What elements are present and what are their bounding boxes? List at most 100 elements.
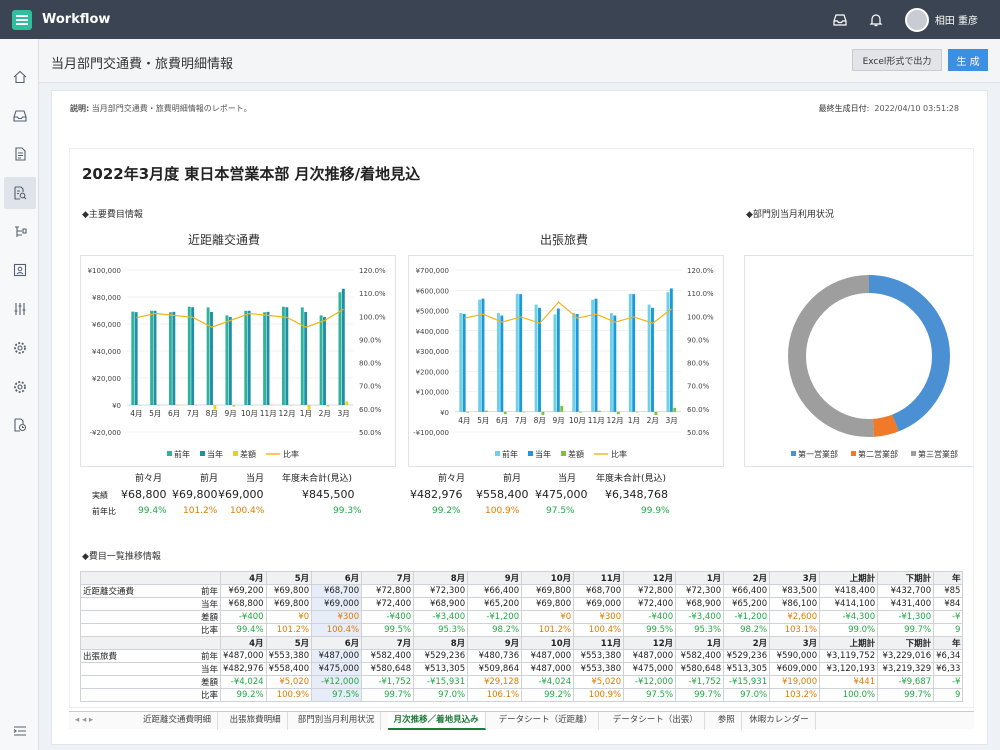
table-cell[interactable]: 103.1%: [769, 623, 821, 637]
table-cell[interactable]: ¥69,000: [573, 597, 625, 611]
table-cell[interactable]: -¥12,000: [311, 675, 363, 689]
table-cell[interactable]: ¥475,000: [623, 662, 677, 676]
table-cell[interactable]: ¥609,000: [769, 662, 821, 676]
table-row[interactable]: 当年 ¥68,800 ¥69,800 ¥69,000 ¥72,400 ¥68,900 ¥65…: [80, 597, 964, 611]
table-cell[interactable]: ¥69,800: [521, 584, 575, 598]
table-cell[interactable]: ¥441: [819, 675, 879, 689]
table-cell[interactable]: ¥68,800: [220, 597, 267, 611]
table-cell[interactable]: 9: [933, 623, 964, 637]
table-cell[interactable]: ¥5,020: [265, 675, 313, 689]
table-cell[interactable]: 99.2%: [220, 688, 267, 702]
table-cell[interactable]: 100.4%: [311, 623, 363, 637]
table-cell[interactable]: -¥400: [220, 610, 267, 624]
table-cell[interactable]: ¥487,000: [311, 649, 363, 663]
table-cell[interactable]: ¥72,800: [623, 584, 677, 598]
table-cell[interactable]: ¥6,33: [933, 662, 964, 676]
bell-icon[interactable]: [869, 13, 883, 27]
sheet-tab[interactable]: データシート（近距離）: [493, 712, 600, 730]
table-cell[interactable]: 100.9%: [265, 688, 313, 702]
table-cell[interactable]: ¥590,000: [769, 649, 821, 663]
table-cell[interactable]: ¥69,000: [311, 597, 363, 611]
table-cell[interactable]: -¥: [933, 610, 964, 624]
table-cell[interactable]: -¥1,200: [723, 610, 771, 624]
travel-chart[interactable]: ¥700,000 ¥600,000 ¥500,000 ¥400,000 ¥300,000…: [408, 255, 724, 467]
table-row[interactable]: 差額 -¥4,024 ¥5,020 -¥12,000 -¥1,752 -¥15,931 ¥2…: [80, 675, 964, 689]
table-cell[interactable]: 101.2%: [265, 623, 313, 637]
table-cell[interactable]: -¥1,752: [675, 675, 725, 689]
table-cell[interactable]: 95.3%: [413, 623, 469, 637]
table-cell[interactable]: ¥487,000: [521, 662, 575, 676]
table-cell[interactable]: ¥85: [933, 584, 964, 598]
table-cell[interactable]: ¥431,400: [877, 597, 935, 611]
table-cell[interactable]: ¥66,400: [467, 584, 523, 598]
table-cell[interactable]: ¥432,700: [877, 584, 935, 598]
sheet-tab[interactable]: 出張旅費明細: [224, 712, 288, 730]
table-cell[interactable]: 99.7%: [675, 688, 725, 702]
transit-chart[interactable]: ¥100,000 ¥80,000 ¥60,000 ¥40,000 ¥20,000 ¥0 -¥…: [80, 255, 396, 467]
table-cell[interactable]: ¥480,736: [467, 649, 523, 663]
gear-icon[interactable]: [4, 332, 36, 364]
gear-icon-2[interactable]: [4, 371, 36, 403]
profile-card-icon[interactable]: [4, 254, 36, 286]
inbox-nav-icon[interactable]: [4, 100, 36, 132]
table-cell[interactable]: ¥3,219,329: [877, 662, 935, 676]
table-cell[interactable]: ¥29,128: [467, 675, 523, 689]
table-cell[interactable]: 95.3%: [675, 623, 725, 637]
table-cell[interactable]: 98.2%: [723, 623, 771, 637]
table-cell[interactable]: ¥5,020: [573, 675, 625, 689]
table-cell[interactable]: -¥400: [623, 610, 677, 624]
table-cell[interactable]: ¥509,864: [467, 662, 523, 676]
app-name[interactable]: Workflow: [42, 12, 110, 27]
sheet-tab[interactable]: 近距離交通費明細: [137, 712, 219, 730]
dept-donut-chart[interactable]: 第一営業部 第二営業部 第三営業部: [744, 255, 973, 467]
table-cell[interactable]: 100.0%: [819, 688, 879, 702]
table-cell[interactable]: -¥3,400: [675, 610, 725, 624]
table-cell[interactable]: ¥19,000: [769, 675, 821, 689]
table-cell[interactable]: 99.2%: [521, 688, 575, 702]
table-cell[interactable]: -¥400: [361, 610, 415, 624]
table-cell[interactable]: ¥487,000: [623, 649, 677, 663]
table-cell[interactable]: ¥553,380: [265, 649, 313, 663]
table-row[interactable]: 比率 99.2% 100.9% 97.5% 99.7% 97.0% 106.1% 99.2% 1…: [80, 688, 964, 702]
table-cell[interactable]: ¥553,380: [573, 649, 625, 663]
table-cell[interactable]: ¥65,200: [467, 597, 523, 611]
table-cell[interactable]: ¥66,400: [723, 584, 771, 598]
table-cell[interactable]: ¥482,976: [220, 662, 267, 676]
table-row[interactable]: 比率 99.4% 101.2% 100.4% 99.5% 95.3% 98.2% 101.2%…: [80, 623, 964, 637]
table-cell[interactable]: -¥12,000: [623, 675, 677, 689]
tree-icon[interactable]: [4, 216, 36, 248]
table-cell[interactable]: 97.0%: [413, 688, 469, 702]
expense-table[interactable]: 4月 5月 6月 7月 8月 9月 10月 11月 12月 1月 2月 3月 上期計 下期計年近距離交通費…: [80, 571, 964, 702]
table-cell[interactable]: ¥582,400: [675, 649, 725, 663]
sliders-icon[interactable]: [4, 293, 36, 325]
app-logo-icon[interactable]: [12, 9, 32, 30]
sheet-tab[interactable]: 参照: [712, 712, 742, 730]
excel-export-button[interactable]: Excel形式で出力: [852, 49, 942, 71]
sheet-tab[interactable]: 部門別当月利用状況: [292, 712, 382, 730]
table-cell[interactable]: 97.0%: [723, 688, 771, 702]
inbox-icon[interactable]: [833, 13, 847, 27]
table-cell[interactable]: ¥3,119,752: [819, 649, 879, 663]
table-cell[interactable]: ¥513,305: [413, 662, 469, 676]
table-cell[interactable]: 99.5%: [361, 623, 415, 637]
table-cell[interactable]: ¥513,305: [723, 662, 771, 676]
table-cell[interactable]: ¥72,300: [675, 584, 725, 598]
table-cell[interactable]: ¥86,100: [769, 597, 821, 611]
table-cell[interactable]: ¥69,200: [220, 584, 267, 598]
report-search-icon[interactable]: [4, 177, 36, 209]
table-cell[interactable]: ¥0: [265, 610, 313, 624]
table-cell[interactable]: ¥68,700: [311, 584, 363, 598]
table-cell[interactable]: -¥3,400: [413, 610, 469, 624]
table-cell[interactable]: -¥9,687: [877, 675, 935, 689]
table-cell[interactable]: ¥553,380: [573, 662, 625, 676]
table-cell[interactable]: ¥558,400: [265, 662, 313, 676]
sheet-tab[interactable]: 月次推移／着地見込み: [387, 712, 486, 730]
table-cell[interactable]: -¥4,300: [819, 610, 879, 624]
table-cell[interactable]: 99.5%: [623, 623, 677, 637]
table-cell[interactable]: 97.5%: [623, 688, 677, 702]
user-menu[interactable]: 相田 重彦: [904, 7, 978, 32]
table-cell[interactable]: ¥69,800: [265, 597, 313, 611]
table-cell[interactable]: ¥0: [521, 610, 575, 624]
table-cell[interactable]: 103.2%: [769, 688, 821, 702]
table-cell[interactable]: ¥487,000: [220, 649, 267, 663]
